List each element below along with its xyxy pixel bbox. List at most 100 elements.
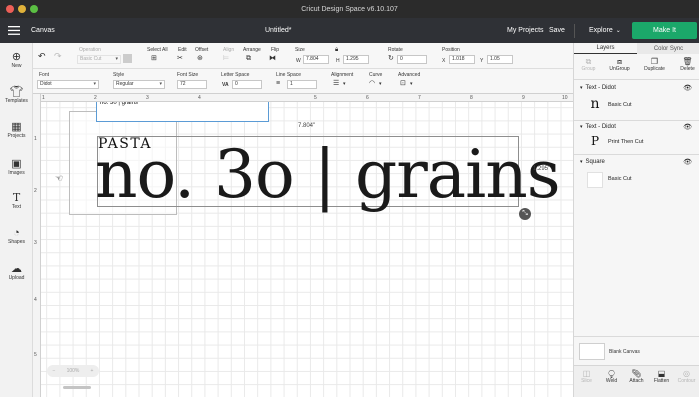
slice-button[interactable]: ◫ Slice bbox=[574, 369, 599, 384]
paperclip-icon: 📎︎ bbox=[631, 369, 642, 378]
zoom-value: 100% bbox=[66, 368, 80, 374]
attach-button[interactable]: 📎︎ Attach bbox=[624, 369, 649, 384]
flatten-button[interactable]: ⬓ Flatten bbox=[649, 369, 674, 384]
close-window-button[interactable] bbox=[6, 5, 14, 13]
layer-item[interactable]: ▾ Text - Didot 👁︎ n Basic Cut bbox=[574, 83, 699, 117]
design-canvas[interactable]: PASTA no. 3o | grains no. 30 | grains 7.… bbox=[33, 94, 573, 397]
panel-divider bbox=[574, 120, 699, 121]
panel-divider bbox=[574, 336, 699, 337]
window-titlebar: Cricut Design Space v6.10.107 bbox=[0, 0, 699, 18]
main-text[interactable]: no. 3o | grains bbox=[95, 140, 561, 210]
ungroup-button[interactable]: ⧈ UnGroup bbox=[607, 57, 632, 72]
text-toolbar: Font Didot Style Regular Font Size 72 Le… bbox=[33, 69, 573, 94]
curve-chevron-icon[interactable]: ▾ bbox=[379, 80, 382, 88]
minimize-window-button[interactable] bbox=[18, 5, 26, 13]
zoom-out-button[interactable]: − bbox=[53, 368, 56, 374]
arrange-icon[interactable]: ⧉ bbox=[246, 55, 251, 63]
shirt-icon: 👕︎ bbox=[9, 86, 24, 98]
flip-icon[interactable]: ⧓ bbox=[269, 55, 276, 63]
explore-button[interactable]: Explore ⌄ bbox=[589, 18, 621, 43]
delete-label: Delete bbox=[680, 66, 695, 72]
sidebar-item-projects[interactable]: ▦ Projects bbox=[0, 121, 33, 139]
operation-color-swatch[interactable] bbox=[123, 54, 132, 63]
curve-icon[interactable]: ◠ bbox=[369, 80, 375, 88]
edit-toolbar: ↶ ↷ Operation Basic Cut Select All ⊞ Edi… bbox=[33, 43, 573, 69]
eye-icon[interactable]: 👁︎ bbox=[683, 158, 692, 166]
duplicate-button[interactable]: ❐ Duplicate bbox=[642, 57, 667, 72]
advanced-icon[interactable]: ⊡ bbox=[400, 80, 406, 88]
alignment-chevron-icon[interactable]: ▾ bbox=[343, 80, 346, 88]
rotate-input[interactable]: 0 bbox=[397, 55, 427, 64]
undo-icon[interactable]: ↶ bbox=[38, 52, 46, 61]
hamburger-icon[interactable] bbox=[8, 18, 20, 43]
lock-icon[interactable]: 🔒︎ bbox=[335, 46, 338, 54]
eye-icon[interactable]: 👁︎ bbox=[683, 123, 692, 131]
tab-layers[interactable]: Layers bbox=[574, 43, 637, 54]
width-input[interactable]: 7.804 bbox=[303, 55, 329, 64]
my-projects-button[interactable]: My Projects bbox=[507, 18, 544, 43]
height-input[interactable]: 1.295 bbox=[343, 55, 369, 64]
explore-label: Explore bbox=[589, 27, 613, 34]
position-y-input[interactable]: 1.05 bbox=[487, 55, 513, 64]
align-icon[interactable]: ⊨ bbox=[223, 55, 229, 63]
ruler-tick-label: 4 bbox=[198, 95, 201, 101]
sidebar-item-shapes[interactable]: ◔ Shapes bbox=[0, 227, 33, 245]
tab-color-sync[interactable]: Color Sync bbox=[637, 43, 699, 54]
font-size-input[interactable]: 72 bbox=[177, 80, 207, 89]
letter-space-icon: VA bbox=[222, 82, 229, 88]
align-left-icon[interactable]: ☰ bbox=[333, 80, 339, 88]
layer-title: Text - Didot bbox=[585, 85, 616, 91]
group-button[interactable]: ⧉ Group bbox=[576, 57, 601, 72]
ruler-top: 1 2 3 4 5 6 7 8 9 10 bbox=[33, 94, 573, 102]
zoom-window-button[interactable] bbox=[30, 5, 38, 13]
letter-space-input[interactable]: 0 bbox=[232, 80, 262, 89]
layer-item[interactable]: ▾ Square 👁︎ Basic Cut bbox=[574, 157, 699, 191]
layer-thumbnail: P bbox=[590, 134, 600, 148]
ruler-tick-label: 6 bbox=[366, 95, 369, 101]
weld-label: Weld bbox=[605, 378, 618, 384]
alignment-label: Alignment bbox=[331, 72, 354, 78]
make-it-button[interactable]: Make It bbox=[632, 22, 697, 39]
sidebar-item-text[interactable]: T Text bbox=[0, 192, 33, 211]
line-space-input[interactable]: 1 bbox=[287, 80, 317, 89]
height-dimension: 1.295" bbox=[533, 166, 551, 172]
window-title: Cricut Design Space v6.10.107 bbox=[301, 5, 398, 13]
chevron-down-icon[interactable]: ▾ bbox=[580, 124, 583, 130]
font-select[interactable]: Didot bbox=[37, 80, 99, 89]
position-x-input[interactable]: 1.018 bbox=[449, 55, 475, 64]
sidebar-item-upload[interactable]: ☁ Upload bbox=[0, 263, 33, 281]
offset-icon[interactable]: ⊛ bbox=[197, 55, 203, 63]
layer-operation: Print Then Cut bbox=[608, 139, 644, 145]
letter-space-label: Letter Space bbox=[221, 72, 250, 78]
size-label: Size bbox=[295, 47, 305, 53]
layer-operation: Basic Cut bbox=[608, 176, 632, 182]
advanced-chevron-icon[interactable]: ▾ bbox=[410, 80, 413, 88]
chevron-down-icon[interactable]: ▾ bbox=[580, 159, 583, 165]
eye-icon[interactable]: 👁︎ bbox=[683, 84, 692, 92]
layer-thumbnail bbox=[587, 172, 603, 188]
sidebar-item-new[interactable]: ⊕ New bbox=[0, 51, 33, 69]
trash-icon: 🗑︎ bbox=[682, 57, 693, 66]
resize-handle-icon[interactable]: ⤡ bbox=[519, 208, 531, 220]
blank-canvas-swatch[interactable] bbox=[579, 343, 605, 360]
operation-select[interactable]: Basic Cut bbox=[77, 55, 121, 64]
horizontal-scrollbar[interactable] bbox=[63, 386, 91, 389]
sidebar-item-templates[interactable]: 👕︎ Templates bbox=[0, 86, 33, 104]
zoom-in-button[interactable]: + bbox=[90, 368, 93, 374]
sidebar-item-images[interactable]: ▣ Images bbox=[0, 158, 33, 176]
panel-divider bbox=[574, 154, 699, 155]
document-title[interactable]: Untitled* bbox=[265, 18, 291, 43]
scissors-icon[interactable]: ✂︎ bbox=[177, 55, 183, 63]
delete-button[interactable]: 🗑︎ Delete bbox=[675, 57, 699, 72]
weld-button[interactable]: ⧬ Weld bbox=[599, 369, 624, 384]
save-button[interactable]: Save bbox=[549, 18, 565, 43]
ruler-tick-label: 2 bbox=[94, 95, 97, 101]
chevron-down-icon[interactable]: ▾ bbox=[580, 85, 583, 91]
sidebar-item-label: Templates bbox=[5, 98, 28, 104]
layer-item[interactable]: ▾ Text - Didot 👁︎ P Print Then Cut bbox=[574, 122, 699, 156]
x-label: X bbox=[442, 58, 446, 64]
redo-icon[interactable]: ↷ bbox=[54, 52, 62, 61]
style-select[interactable]: Regular bbox=[113, 80, 165, 89]
contour-button[interactable]: ◎ Contour bbox=[674, 369, 699, 384]
select-all-icon[interactable]: ⊞ bbox=[151, 55, 157, 63]
